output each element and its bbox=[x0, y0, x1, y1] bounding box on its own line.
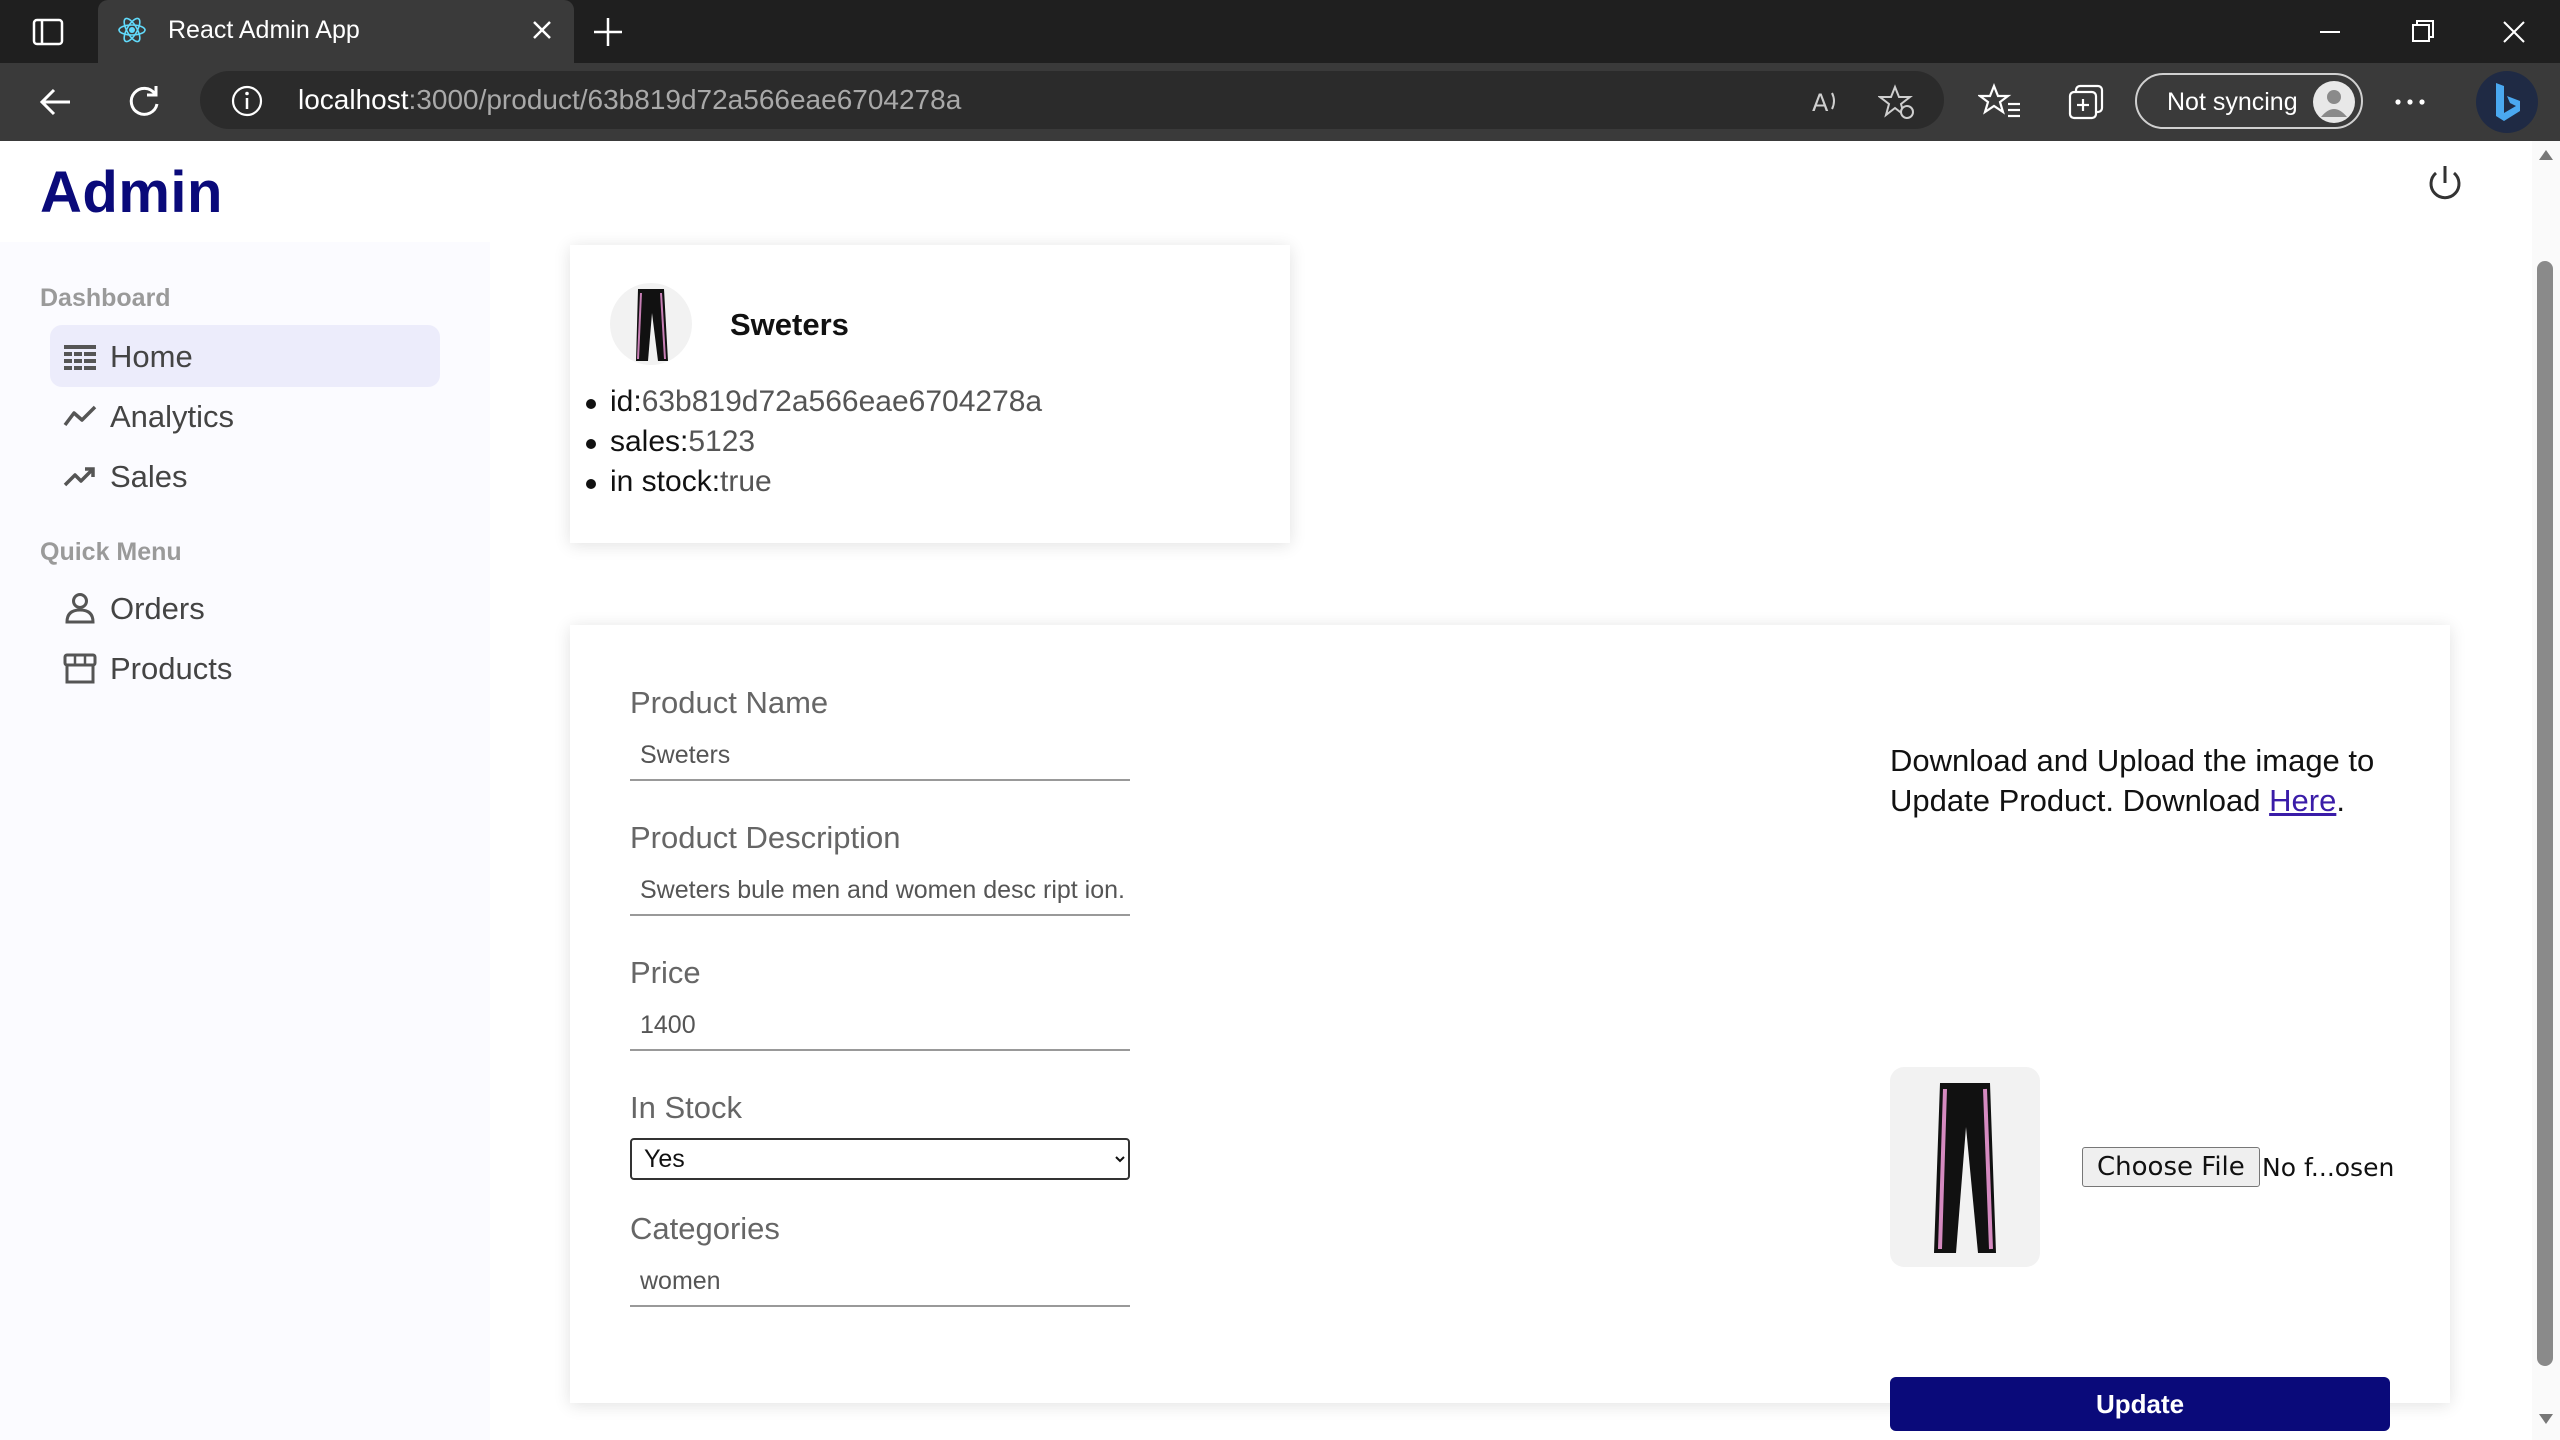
browser-tab-bar: React Admin App bbox=[0, 0, 2560, 63]
sidebar-item-label: Sales bbox=[110, 459, 188, 494]
collections-icon[interactable] bbox=[2066, 80, 2110, 124]
info-id: id:63b819d72a566eae6704278a bbox=[585, 385, 1042, 425]
price-label: Price bbox=[630, 955, 701, 990]
product-info-list: id:63b819d72a566eae6704278a sales:5123 i… bbox=[585, 385, 1042, 505]
update-button[interactable]: Update bbox=[1890, 1377, 2390, 1431]
file-status: No f...osen bbox=[2262, 1153, 2395, 1182]
product-description-input[interactable] bbox=[630, 866, 1130, 916]
product-name: Sweters bbox=[730, 307, 849, 342]
choose-file-button[interactable]: Choose File bbox=[2082, 1147, 2260, 1187]
power-icon[interactable] bbox=[2422, 161, 2468, 207]
close-window-icon[interactable] bbox=[2494, 14, 2534, 50]
product-summary-card: Sweters id:63b819d72a566eae6704278a sale… bbox=[570, 245, 1290, 543]
person-icon bbox=[2321, 90, 2347, 117]
minimize-icon[interactable] bbox=[2310, 14, 2350, 50]
download-link[interactable]: Here bbox=[2269, 783, 2336, 818]
product-edit-card: Product Name Product Description Price I… bbox=[570, 625, 2450, 1431]
pants-image bbox=[636, 289, 668, 361]
address-bar[interactable]: localhost:3000/product/63b819d72a566eae6… bbox=[200, 71, 1944, 129]
sidebar-item-orders[interactable]: Orders bbox=[50, 577, 440, 639]
sidebar: Dashboard Home Analytics Sales Quick Men… bbox=[0, 242, 490, 1440]
sidebar-section-title: Dashboard bbox=[40, 284, 171, 312]
close-tab-icon[interactable] bbox=[528, 16, 556, 44]
app-page: Admin Dashboard Home Analytics Sales Qui… bbox=[0, 141, 2560, 1440]
categories-label: Categories bbox=[630, 1211, 780, 1246]
copilot-button[interactable] bbox=[2476, 71, 2538, 133]
browser-toolbar: localhost:3000/product/63b819d72a566eae6… bbox=[0, 63, 2560, 141]
sidebar-section-title: Quick Menu bbox=[40, 538, 182, 566]
product-name-label: Product Name bbox=[630, 685, 829, 720]
favorites-icon[interactable] bbox=[1978, 80, 2022, 124]
pants-image bbox=[1934, 1083, 1996, 1253]
sidebar-item-label: Home bbox=[110, 339, 193, 374]
browser-tab[interactable]: React Admin App bbox=[98, 0, 574, 63]
sidebar-item-label: Orders bbox=[110, 591, 205, 626]
more-options-icon[interactable] bbox=[2388, 80, 2432, 124]
home-icon bbox=[64, 345, 96, 370]
price-input[interactable] bbox=[630, 1001, 1130, 1051]
url-text: localhost:3000/product/63b819d72a566eae6… bbox=[298, 84, 962, 115]
read-aloud-icon[interactable]: A bbox=[1808, 83, 1844, 119]
restore-icon[interactable] bbox=[2402, 14, 2442, 50]
page-scrollbar[interactable] bbox=[2532, 141, 2560, 1440]
product-image-preview bbox=[1890, 1067, 2040, 1267]
product-description-label: Product Description bbox=[630, 820, 901, 855]
product-name-input[interactable] bbox=[630, 731, 1130, 781]
profile-sync-button[interactable]: Not syncing bbox=[2135, 73, 2363, 129]
person-icon bbox=[65, 593, 95, 624]
info-sales: sales:5123 bbox=[585, 425, 1042, 465]
app-logo: Admin bbox=[40, 160, 223, 225]
sidebar-item-analytics[interactable]: Analytics bbox=[50, 385, 440, 447]
info-in-stock: in stock:true bbox=[585, 465, 1042, 505]
add-favorite-icon[interactable] bbox=[1878, 83, 1916, 121]
scrollbar-thumb[interactable] bbox=[2537, 261, 2553, 1366]
refresh-icon[interactable] bbox=[122, 80, 166, 124]
storefront-icon bbox=[63, 653, 97, 684]
sidebar-item-label: Analytics bbox=[110, 399, 235, 434]
tab-title: React Admin App bbox=[168, 16, 360, 44]
sidebar-item-products[interactable]: Products bbox=[50, 637, 440, 699]
new-tab-icon[interactable] bbox=[590, 14, 626, 50]
react-logo-icon bbox=[118, 17, 146, 43]
timeline-icon bbox=[63, 405, 97, 427]
back-icon[interactable] bbox=[34, 80, 78, 124]
product-thumbnail bbox=[610, 283, 692, 365]
trending-up-icon bbox=[63, 467, 95, 487]
scroll-up-icon[interactable] bbox=[2538, 149, 2554, 161]
site-info-icon[interactable] bbox=[230, 84, 264, 118]
categories-input[interactable] bbox=[630, 1257, 1130, 1307]
tab-actions-icon[interactable] bbox=[28, 12, 68, 52]
bing-logo-icon bbox=[2496, 83, 2520, 121]
sidebar-item-home[interactable]: Home bbox=[50, 325, 440, 387]
sidebar-item-label: Products bbox=[110, 651, 233, 686]
scroll-down-icon[interactable] bbox=[2538, 1413, 2554, 1425]
in-stock-label: In Stock bbox=[630, 1090, 742, 1125]
upload-instructions: Download and Upload the image to Update … bbox=[1890, 743, 2375, 818]
sidebar-item-sales[interactable]: Sales bbox=[50, 445, 440, 507]
in-stock-select[interactable]: Yes bbox=[630, 1138, 1130, 1180]
profile-avatar bbox=[2313, 81, 2355, 123]
svg-text:A: A bbox=[1812, 89, 1829, 117]
